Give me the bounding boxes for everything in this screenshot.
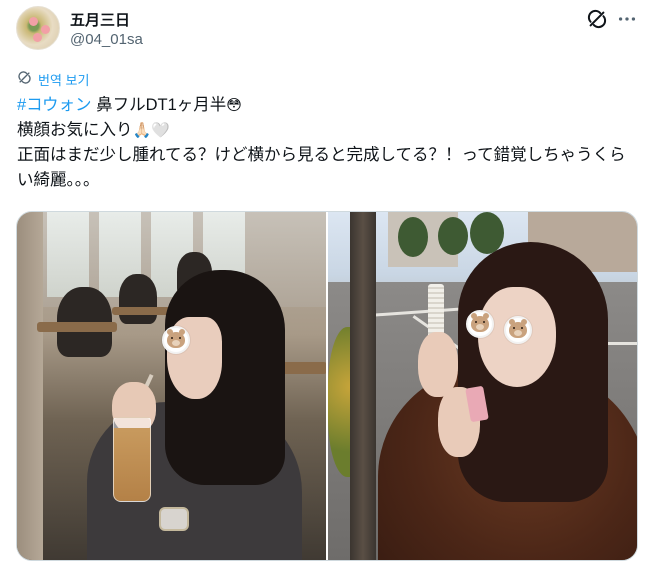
- flushed-emoji: 😳: [226, 96, 242, 114]
- tweet-line-1-text: 鼻フルDT1ヶ月半: [91, 96, 227, 114]
- pray-heart-emoji: 🙏🏻🤍: [132, 121, 170, 139]
- avatar[interactable]: [16, 6, 60, 50]
- tweet-header: 五月三日 @04_01sa: [16, 6, 638, 54]
- photo-1[interactable]: [17, 212, 326, 560]
- translate-link[interactable]: 번역 보기: [17, 70, 89, 88]
- tweet-line-3: 正面はまだ少し腫れてる？けど横から見ると完成してる？！って錯覚しちゃうくらい綺麗…: [17, 146, 626, 189]
- grok-icon[interactable]: [586, 8, 608, 30]
- photo-2[interactable]: [328, 212, 637, 560]
- tweet-text: #コウォン 鼻フルDT1ヶ月半😳 横顔お気に入り🙏🏻🤍 正面はまだ少し腫れてる？…: [17, 93, 639, 193]
- translate-label: 번역 보기: [38, 72, 90, 88]
- bear-sticker-icon: [466, 310, 494, 338]
- tweet-line-2-text: 横顔お気に入り: [17, 121, 133, 139]
- translate-icon: [17, 70, 32, 88]
- hashtag-link[interactable]: #コウォン: [17, 96, 92, 114]
- tweet-line-1: #コウォン 鼻フルDT1ヶ月半😳: [17, 93, 639, 118]
- media-grid: [16, 211, 638, 561]
- tweet-line-2: 横顔お気に入り🙏🏻🤍: [17, 118, 639, 143]
- author-handle[interactable]: @04_01sa: [70, 31, 143, 48]
- bear-sticker-icon: [504, 316, 532, 344]
- bear-sticker-icon: [162, 326, 190, 354]
- more-icon[interactable]: [616, 8, 638, 30]
- author-name[interactable]: 五月三日: [70, 9, 130, 30]
